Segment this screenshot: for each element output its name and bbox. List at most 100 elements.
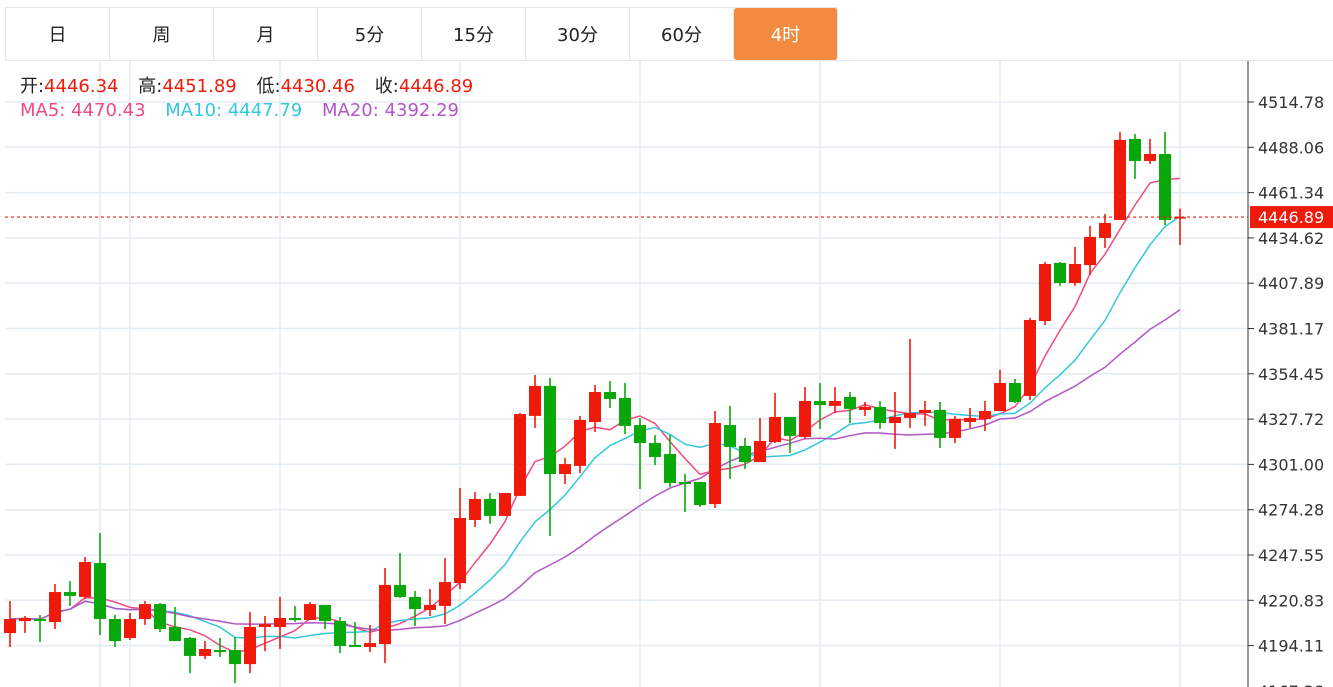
open-value: 4446.34 (44, 76, 119, 97)
candle-body (109, 618, 121, 642)
open-label: 开: (20, 76, 45, 97)
ohlc-readout: 开:4446.34 高:4451.89 低:4430.46 收:4446.89 (20, 72, 473, 98)
candle-body (1024, 319, 1036, 396)
candle-body (604, 392, 616, 399)
candle-body (1039, 264, 1051, 321)
candle-body (664, 454, 676, 484)
candle-body (979, 410, 991, 419)
y-tick-label: 4434.62 (1258, 229, 1324, 248)
last-price-label: 4446.89 (1258, 208, 1324, 227)
candle-body (739, 445, 751, 463)
candle-body (964, 417, 976, 423)
y-tick-label: 4354.45 (1258, 365, 1324, 384)
ma10-value: 4447.79 (227, 100, 303, 121)
candle-body (649, 443, 661, 457)
candle-body (34, 618, 46, 622)
y-tick-label: 4488.06 (1258, 138, 1324, 157)
y-tick-label: 4407.89 (1258, 274, 1324, 293)
candle-body (214, 650, 226, 653)
candle-body (949, 418, 961, 438)
candle-body (349, 644, 361, 647)
y-tick-label: 4194.11 (1258, 637, 1324, 656)
candle-body (1084, 236, 1096, 266)
candle-body (589, 392, 601, 423)
candle-body (994, 383, 1006, 411)
y-tick-label: 4274.28 (1258, 501, 1324, 520)
candle-body (1114, 139, 1126, 220)
y-tick-label: 4461.34 (1258, 184, 1324, 203)
ma20-label: MA20: (322, 100, 379, 121)
candle-body (919, 409, 931, 414)
candle-body (319, 604, 331, 622)
y-tick-label: 4381.17 (1258, 320, 1324, 339)
candle-body (514, 414, 526, 496)
candle-body (934, 409, 946, 438)
candle-body (829, 400, 841, 406)
candle-body (394, 584, 406, 597)
candle-body (259, 624, 271, 627)
candle-body (334, 621, 346, 646)
candle-body (304, 604, 316, 621)
candle-body (574, 419, 586, 466)
y-tick-label: 4327.72 (1258, 410, 1324, 429)
high-value: 4451.89 (162, 76, 237, 97)
candle-body (94, 563, 106, 619)
candle-body (769, 416, 781, 443)
candle-body (424, 604, 436, 611)
candle-body (274, 617, 286, 627)
candle-body (454, 517, 466, 584)
candle-body (364, 643, 376, 647)
candle-body (679, 482, 691, 485)
candle-body (904, 413, 916, 418)
candle-body (1144, 154, 1156, 161)
candle-body (49, 592, 61, 623)
candle-body (379, 584, 391, 645)
candle-body (754, 440, 766, 463)
candle-body (859, 406, 871, 410)
low-value: 4430.46 (280, 76, 356, 97)
candle-body (19, 617, 31, 622)
y-tick-label: 4301.00 (1258, 455, 1324, 474)
candle-body (184, 637, 196, 656)
candle-body (1159, 154, 1171, 220)
y-tick-label: 4220.83 (1258, 591, 1324, 610)
candle-body (634, 425, 646, 444)
ma5-value: 4470.43 (71, 100, 146, 121)
candle-body (199, 648, 211, 656)
candle-body (724, 425, 736, 447)
candle-body (709, 423, 721, 505)
candle-body (529, 385, 541, 416)
ma5-label: MA5: (20, 100, 66, 121)
candle-body (4, 618, 16, 634)
high-label: 高: (138, 76, 163, 97)
candle-body (139, 604, 151, 619)
candle-body (484, 498, 496, 516)
y-tick-label: 4247.55 (1258, 546, 1324, 565)
close-label: 收: (374, 76, 399, 97)
candle-body (844, 396, 856, 409)
candle-body (1129, 138, 1141, 161)
candle-body (694, 482, 706, 506)
candle-body (289, 617, 301, 621)
y-tick-label: 4514.78 (1258, 93, 1324, 112)
candle-body (544, 385, 556, 475)
candle-body (439, 582, 451, 606)
candle-body (499, 493, 511, 516)
candle-body (814, 400, 826, 406)
y-tick-label: 4167.38 (1258, 682, 1324, 687)
candle-body (559, 464, 571, 475)
candle-body (154, 604, 166, 629)
ma10-label: MA10: (165, 100, 223, 121)
ma20-line (9, 309, 1181, 632)
candle-body (1009, 383, 1021, 403)
candle-body (169, 626, 181, 642)
ma-readout: MA5: 4470.43 MA10: 4447.79 MA20: 4392.29 (20, 100, 459, 121)
candle-body (469, 498, 481, 520)
candle-body (229, 650, 241, 665)
candle-body (1054, 263, 1066, 284)
close-value: 4446.89 (398, 76, 474, 97)
candle-body (889, 416, 901, 424)
ma20-value: 4392.29 (384, 100, 459, 121)
candle-body (79, 562, 91, 597)
candle-body (124, 618, 136, 638)
